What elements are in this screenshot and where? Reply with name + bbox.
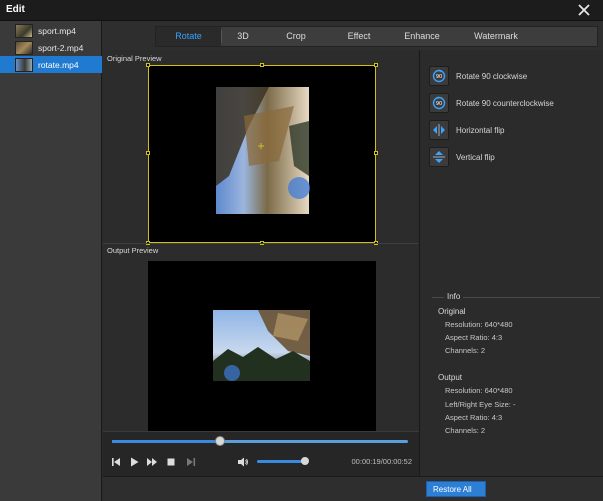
window-title: Edit: [6, 4, 25, 15]
original-resolution: Resolution: 640*480: [445, 320, 513, 329]
rotate-counterclockwise-button[interactable]: 90 Rotate 90 counterclockwise: [429, 92, 599, 114]
output-channels: Channels: 2: [445, 426, 486, 435]
video-thumbnail: [15, 40, 33, 55]
video-thumbnail: [15, 57, 33, 72]
tab-crop[interactable]: Crop: [264, 27, 328, 46]
original-channels: Channels: 2: [445, 346, 486, 355]
skip-back-icon[interactable]: [110, 456, 122, 468]
preview-divider: [103, 243, 418, 244]
volume-icon[interactable]: [237, 456, 249, 468]
tab-bar: Rotate 3D Crop Effect Enhance Watermark: [155, 26, 598, 47]
tab-3d[interactable]: 3D: [222, 27, 264, 46]
rotate-counterclockwise-icon: 90: [429, 93, 449, 113]
file-list: sport.mp4 sport-2.mp4 rotate.mp4: [0, 21, 102, 501]
output-video-frame: [213, 310, 310, 381]
crop-handle[interactable]: [146, 151, 150, 155]
seek-bar-progress: [112, 440, 221, 443]
crop-handle[interactable]: [374, 63, 378, 67]
rotate-options-panel: 90 Rotate 90 clockwise 90 Rotate 90 coun…: [419, 50, 603, 476]
volume-handle[interactable]: [300, 457, 309, 465]
horizontal-flip-button[interactable]: Horizontal flip: [429, 119, 599, 141]
seek-bar[interactable]: [112, 436, 408, 446]
output-preview-label: Output Preview: [107, 246, 159, 255]
svg-text:90: 90: [436, 74, 442, 80]
crop-handle[interactable]: [260, 63, 264, 67]
preview-area: Original Preview Output Preview: [103, 50, 418, 431]
close-icon[interactable]: [577, 3, 591, 17]
title-bar: Edit: [0, 0, 603, 21]
output-resolution: Resolution: 640*480: [445, 386, 513, 395]
fast-forward-icon[interactable]: [146, 456, 158, 468]
info-heading: Info: [444, 292, 464, 301]
video-thumbnail: [15, 23, 33, 38]
rotate-clockwise-button[interactable]: 90 Rotate 90 clockwise: [429, 65, 599, 87]
vertical-flip-button[interactable]: Vertical flip: [429, 146, 599, 168]
action-label: Vertical flip: [456, 152, 495, 162]
playback-controls: 00:00:19/00:00:52: [103, 431, 419, 476]
original-video-frame: [216, 87, 310, 214]
tab-watermark[interactable]: Watermark: [454, 27, 538, 46]
play-icon[interactable]: [128, 456, 140, 468]
original-preview-label: Original Preview: [107, 54, 162, 63]
restore-all-button[interactable]: Restore All: [426, 481, 486, 497]
seek-handle[interactable]: [215, 436, 226, 446]
original-aspect-ratio: Aspect Ratio: 4:3: [445, 333, 503, 342]
file-name: rotate.mp4: [38, 59, 79, 70]
file-item-rotate[interactable]: rotate.mp4: [0, 56, 102, 73]
info-output-title: Output: [438, 373, 463, 382]
action-label: Rotate 90 counterclockwise: [456, 98, 554, 108]
action-label: Horizontal flip: [456, 125, 505, 135]
rotate-clockwise-icon: 90: [429, 66, 449, 86]
file-name: sport-2.mp4: [38, 42, 84, 53]
vertical-flip-icon: [429, 147, 449, 167]
volume-slider[interactable]: [257, 457, 309, 465]
stop-icon[interactable]: [165, 456, 177, 468]
tab-enhance[interactable]: Enhance: [390, 27, 454, 46]
tab-strip: Rotate 3D Crop Effect Enhance Watermark: [102, 21, 603, 50]
action-label: Rotate 90 clockwise: [456, 71, 528, 81]
horizontal-flip-icon: [429, 120, 449, 140]
timecode: 00:00:19/00:00:52: [351, 457, 412, 466]
output-preview: [148, 261, 376, 431]
original-preview[interactable]: [146, 63, 378, 245]
output-aspect-ratio: Aspect Ratio: 4:3: [445, 413, 503, 422]
tab-effect[interactable]: Effect: [328, 27, 390, 46]
bottom-bar: Restore All: [103, 476, 603, 501]
next-frame-icon[interactable]: [185, 456, 197, 468]
info-original-title: Original: [438, 307, 466, 316]
svg-text:90: 90: [436, 101, 442, 107]
tab-rotate[interactable]: Rotate: [156, 27, 221, 46]
crop-handle[interactable]: [374, 151, 378, 155]
file-item-sport[interactable]: sport.mp4: [0, 22, 102, 39]
crop-handle[interactable]: [146, 63, 150, 67]
file-name: sport.mp4: [38, 25, 76, 36]
output-eye-size: Left/Right Eye Size: -: [445, 400, 516, 409]
volume-level: [257, 460, 305, 463]
file-item-sport-2[interactable]: sport-2.mp4: [0, 39, 102, 56]
